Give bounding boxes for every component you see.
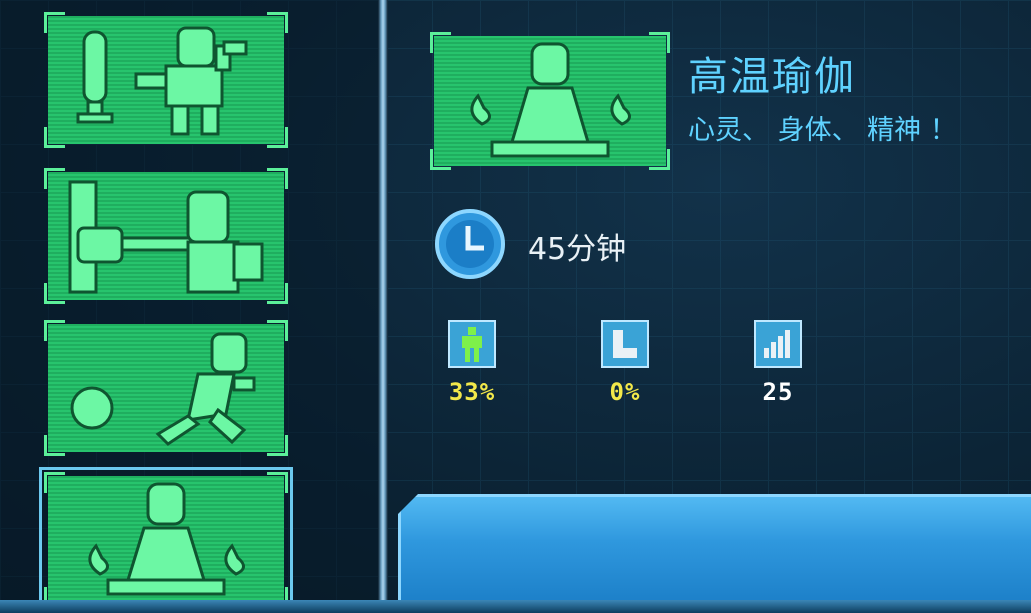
panel-divider	[378, 0, 388, 613]
stat-boot: 0%	[583, 320, 667, 406]
start-workout-button[interactable]	[398, 494, 1031, 610]
punch-figure-icon	[68, 180, 264, 294]
body-icon	[448, 320, 496, 368]
level-bars-icon	[754, 320, 802, 368]
yoga-figure-icon	[470, 42, 631, 158]
workout-card-dumbbell[interactable]	[44, 12, 288, 148]
workout-duration: 45分钟	[528, 232, 627, 267]
bottom-bar	[0, 600, 1031, 613]
selected-workout-image	[430, 32, 670, 170]
runner-figure-icon	[70, 332, 256, 446]
stat-level: 25	[736, 320, 820, 406]
workout-title: 高温瑜伽	[688, 54, 856, 100]
stat-boot-value: 0%	[609, 378, 641, 406]
stat-body-value: 33%	[448, 378, 496, 406]
boot-icon	[601, 320, 649, 368]
stat-body: 33%	[430, 320, 514, 406]
stat-level-value: 25	[762, 378, 794, 406]
workout-card-running[interactable]	[44, 320, 288, 456]
dumbbell-figure-icon	[76, 26, 248, 136]
workout-card-hot-yoga[interactable]	[39, 467, 293, 613]
workout-subtitle: 心灵、 身体、 精神 ！	[688, 115, 957, 146]
workout-card-punch-bag[interactable]	[44, 168, 288, 304]
clock-icon	[435, 209, 505, 279]
yoga-figure-icon	[88, 482, 245, 596]
